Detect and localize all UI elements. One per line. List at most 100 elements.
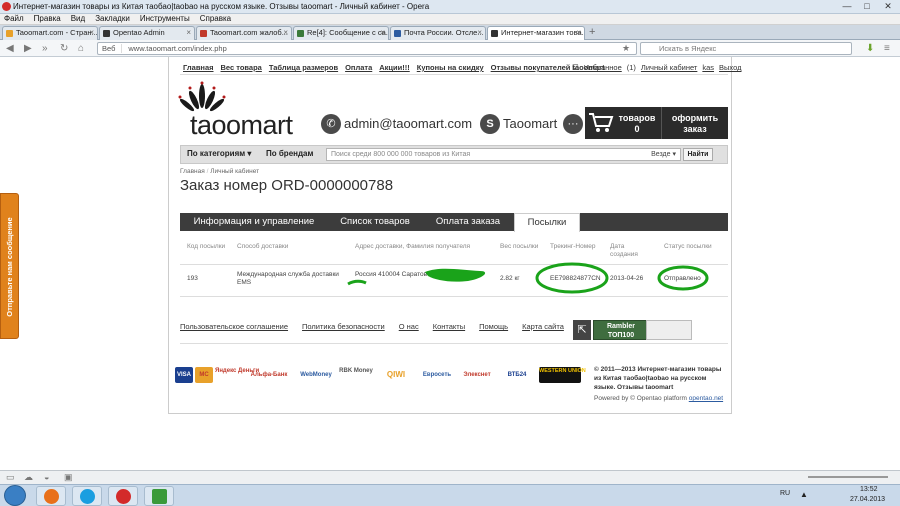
panel-toggle-icon[interactable]: ▭ xyxy=(6,472,15,483)
taskbar-skype[interactable] xyxy=(72,486,102,506)
footer-link-privacy[interactable]: Политика безопасности xyxy=(302,322,385,331)
rambler-counter[interactable]: Rambler ТОП100 xyxy=(593,320,649,340)
tab-payment[interactable]: Оплата заказа xyxy=(422,213,514,231)
menu-edit[interactable]: Правка xyxy=(34,14,61,24)
new-tab-button[interactable]: + xyxy=(589,26,595,38)
close-tab-icon[interactable]: × xyxy=(576,27,581,39)
close-tab-icon[interactable]: × xyxy=(283,27,288,39)
menu-bookmarks[interactable]: Закладки xyxy=(95,14,130,24)
taskbar-app[interactable] xyxy=(144,486,174,506)
maximize-button[interactable]: □ xyxy=(858,0,876,14)
taskbar-firefox[interactable] xyxy=(36,486,66,506)
nav-sizes[interactable]: Таблица размеров xyxy=(269,63,338,73)
address-field[interactable]: Веб www.taoomart.com/index.php xyxy=(97,42,637,55)
logo-text[interactable]: taoomart xyxy=(190,110,293,141)
turbo-icon[interactable]: ◒ xyxy=(44,472,49,482)
browser-tab[interactable]: Почта России. Отсле... × xyxy=(390,26,486,40)
footer-link-terms[interactable]: Пользовательское соглашение xyxy=(180,322,288,331)
clock-time[interactable]: 13:52 xyxy=(860,486,878,493)
logout-link[interactable]: Выход xyxy=(719,63,741,73)
tab-info[interactable]: Информация и управление xyxy=(180,213,328,231)
bookmark-star-icon[interactable]: ★ xyxy=(622,42,630,55)
skype-name[interactable]: Taoomart xyxy=(503,116,557,131)
footer-link-about[interactable]: О нас xyxy=(399,322,419,331)
col-header: Вес посылки xyxy=(500,243,539,250)
feedback-tab[interactable]: Отправьте нам сообщение xyxy=(0,193,19,339)
menu-icon[interactable]: ≡ xyxy=(884,42,890,55)
product-search-placeholder: Поиск среди 800 000 000 товаров из Китая xyxy=(331,151,471,158)
email-address[interactable]: admin@taoomart.com xyxy=(344,116,472,131)
tab-parcels[interactable]: Посылки xyxy=(514,213,580,232)
browser-tab[interactable]: Taoomart.com - Стран... × xyxy=(2,26,98,40)
chat-icon[interactable]: ··· xyxy=(563,114,583,134)
language-indicator[interactable]: RU xyxy=(780,490,790,497)
tab-favicon-icon xyxy=(491,30,498,37)
categories-dropdown[interactable]: По категориям ▾ xyxy=(187,149,251,158)
browser-tab[interactable]: Taoomart.com жалоб... × xyxy=(196,26,292,40)
visit-counter[interactable] xyxy=(646,320,692,340)
product-search-input[interactable]: Поиск среди 800 000 000 товаров из Китая… xyxy=(326,148,681,161)
close-tab-icon[interactable]: × xyxy=(477,27,482,39)
forward-icon[interactable]: ▶ xyxy=(24,42,32,55)
home-icon[interactable]: ⌂ xyxy=(78,42,84,55)
firefox-icon xyxy=(44,489,59,504)
catalog-bar: По категориям ▾ По брендам Поиск среди 8… xyxy=(180,145,728,164)
user-link[interactable]: kas xyxy=(702,63,714,73)
nav-promo[interactable]: Акции!!! xyxy=(379,63,410,73)
taskbar-opera[interactable] xyxy=(108,486,138,506)
parcel-delivery: Международная служба доставки EMS xyxy=(237,271,339,286)
cart-widget[interactable]: товаров 0 оформить заказ xyxy=(585,107,728,139)
browser-tab[interactable]: Opentao Admin × xyxy=(99,26,195,40)
tray-icon[interactable]: ▲ xyxy=(800,490,808,499)
external-link-icon[interactable]: ⇱ xyxy=(573,320,591,340)
extension-icon[interactable]: ⬇ xyxy=(866,42,874,55)
nav-home[interactable]: Главная xyxy=(183,63,214,73)
menu-help[interactable]: Справка xyxy=(200,14,231,24)
close-tab-icon[interactable]: × xyxy=(186,27,191,39)
menu-tools[interactable]: Инструменты xyxy=(140,14,190,24)
nav-coupons[interactable]: Купоны на скидку xyxy=(417,63,484,73)
back-icon[interactable]: ◀ xyxy=(6,42,14,55)
menu-view[interactable]: Вид xyxy=(71,14,85,24)
image-icon[interactable]: ▣ xyxy=(64,472,73,483)
fast-forward-icon[interactable]: » xyxy=(42,42,48,55)
windows-taskbar: RU ▲ 13:52 27.04.2013 xyxy=(0,484,900,506)
brands-button[interactable]: По брендам xyxy=(266,149,313,158)
cloud-icon[interactable]: ☁ xyxy=(24,472,33,483)
start-button[interactable] xyxy=(4,485,26,506)
breadcrumb-home[interactable]: Главная xyxy=(180,168,205,175)
tab-favicon-icon xyxy=(6,30,13,37)
footer-link-sitemap[interactable]: Карта сайта xyxy=(522,322,564,331)
browser-tab[interactable]: Re[4]: Сообщение с са... × xyxy=(293,26,389,40)
payment-logo: WESTERN UNION xyxy=(539,367,586,383)
address-prefix: Веб xyxy=(102,44,123,53)
menu-file[interactable]: Файл xyxy=(4,14,24,24)
tab-label: Opentao Admin xyxy=(113,28,165,37)
close-window-button[interactable]: ✕ xyxy=(878,0,898,14)
minimize-button[interactable]: — xyxy=(838,0,856,14)
close-tab-icon[interactable]: × xyxy=(89,27,94,39)
search-scope-select[interactable]: Везде ▾ xyxy=(651,149,676,160)
opentao-link[interactable]: opentao.net xyxy=(689,395,723,402)
search-button[interactable]: Найти xyxy=(683,148,713,161)
search-field[interactable]: Искать в Яндекс xyxy=(640,42,852,55)
checkout-button[interactable]: оформить заказ xyxy=(663,113,727,135)
footer-link-contacts[interactable]: Контакты xyxy=(433,322,465,331)
browser-tab-active[interactable]: Интернет-магазин това... × xyxy=(487,26,585,40)
nav-weight[interactable]: Вес товара xyxy=(221,63,262,73)
footer-link-help[interactable]: Помощь xyxy=(479,322,508,331)
feedback-tab-label: Отправьте нам сообщение xyxy=(5,217,14,317)
nav-payment[interactable]: Оплата xyxy=(345,63,372,73)
col-header: Дата создания xyxy=(610,243,638,258)
user-nav: ☑ Избранное (1) Личный кабинет kas Выход xyxy=(572,63,741,73)
reload-icon[interactable]: ↻ xyxy=(60,42,68,55)
clock-date[interactable]: 27.04.2013 xyxy=(850,496,885,503)
zoom-slider[interactable] xyxy=(808,476,888,478)
favorites-link[interactable]: Избранное xyxy=(584,63,622,73)
tab-bar: Taoomart.com - Стран... × Opentao Admin × … xyxy=(0,25,900,40)
tab-products[interactable]: Список товаров xyxy=(328,213,422,231)
payment-logo: Альфа-Банк xyxy=(250,372,288,378)
skype-icon: S xyxy=(480,114,500,134)
cabinet-link[interactable]: Личный кабинет xyxy=(641,63,697,73)
close-tab-icon[interactable]: × xyxy=(380,27,385,39)
